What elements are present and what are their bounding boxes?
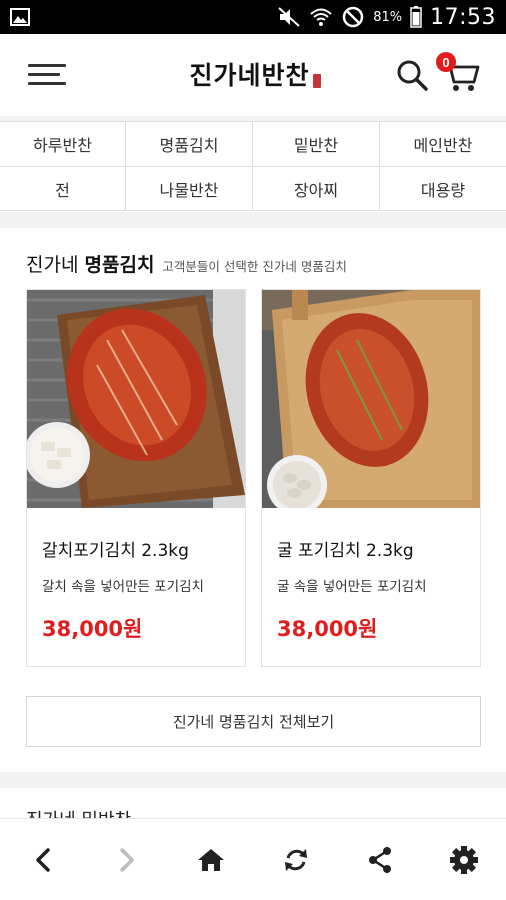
menu-icon[interactable] [28,64,68,88]
product-image-galchi-kimchi [27,290,245,508]
do-not-disturb-icon [342,6,364,28]
app-header: 진가네반찬 0 [0,34,506,116]
category-jangajji[interactable]: 장아찌 [253,167,380,211]
clock: 17:53 [430,4,496,30]
settings-icon[interactable] [447,843,481,877]
home-icon[interactable] [194,843,228,877]
status-icons: 81% 17:53 [277,0,496,34]
category-jeon[interactable]: 전 [0,167,126,211]
product-price: 38,000원 [42,617,143,641]
mute-icon [278,7,300,27]
search-icon[interactable] [395,58,429,92]
battery-percent: 81% [373,9,403,25]
category-namul-banchan[interactable]: 나물반찬 [126,167,253,211]
category-main-banchan[interactable]: 메인반찬 [380,122,506,167]
section-heading: 진가네 명품김치 [26,254,155,276]
battery-icon [410,6,422,28]
forward-icon[interactable] [110,843,144,877]
product-description: 굴 속을 넣어만든 포기김치 [277,579,427,595]
cart-button[interactable]: 0 [436,52,482,94]
cart-count-badge: 0 [436,52,456,72]
product-description: 갈치 속을 넣어만든 포기김치 [42,579,204,595]
product-name[interactable]: 굴 포기김치 2.3kg [277,536,414,561]
back-icon[interactable] [26,843,60,877]
product-price: 38,000원 [277,617,378,641]
product-image-gul-kimchi [262,290,480,508]
gallery-icon [10,8,30,26]
logo-seal [312,74,321,88]
category-bulk[interactable]: 대용량 [380,167,506,211]
status-bar: 81% 17:53 [0,0,506,34]
category-haru-banchan[interactable]: 하루반찬 [0,122,126,167]
wifi-icon [310,8,332,26]
logo-text: 진가네반찬 [189,61,310,90]
section-divider [0,212,506,228]
section-title: 진가네 명품김치 고객분들이 선택한 진가네 명품김치 [26,250,347,277]
category-premium-kimchi[interactable]: 명품김치 [126,122,253,167]
view-all-button[interactable]: 진가네 명품김치 전체보기 [26,696,481,747]
logo[interactable]: 진가네반찬 [185,52,325,96]
section-divider [0,772,506,788]
product-card[interactable]: 갈치포기김치 2.3kg 갈치 속을 넣어만든 포기김치 38,000원 [26,289,246,667]
category-grid: 하루반찬 명품김치 밑반찬 메인반찬 전 나물반찬 장아찌 대용량 [0,121,506,211]
share-icon[interactable] [363,843,397,877]
refresh-icon[interactable] [279,843,313,877]
product-name[interactable]: 갈치포기김치 2.3kg [42,536,189,561]
category-mit-banchan[interactable]: 밑반찬 [253,122,380,167]
product-card[interactable]: 굴 포기김치 2.3kg 굴 속을 넣어만든 포기김치 38,000원 [261,289,481,667]
section-subtitle: 고객분들이 선택한 진가네 명품김치 [162,259,347,274]
bottom-navigation [0,818,506,900]
